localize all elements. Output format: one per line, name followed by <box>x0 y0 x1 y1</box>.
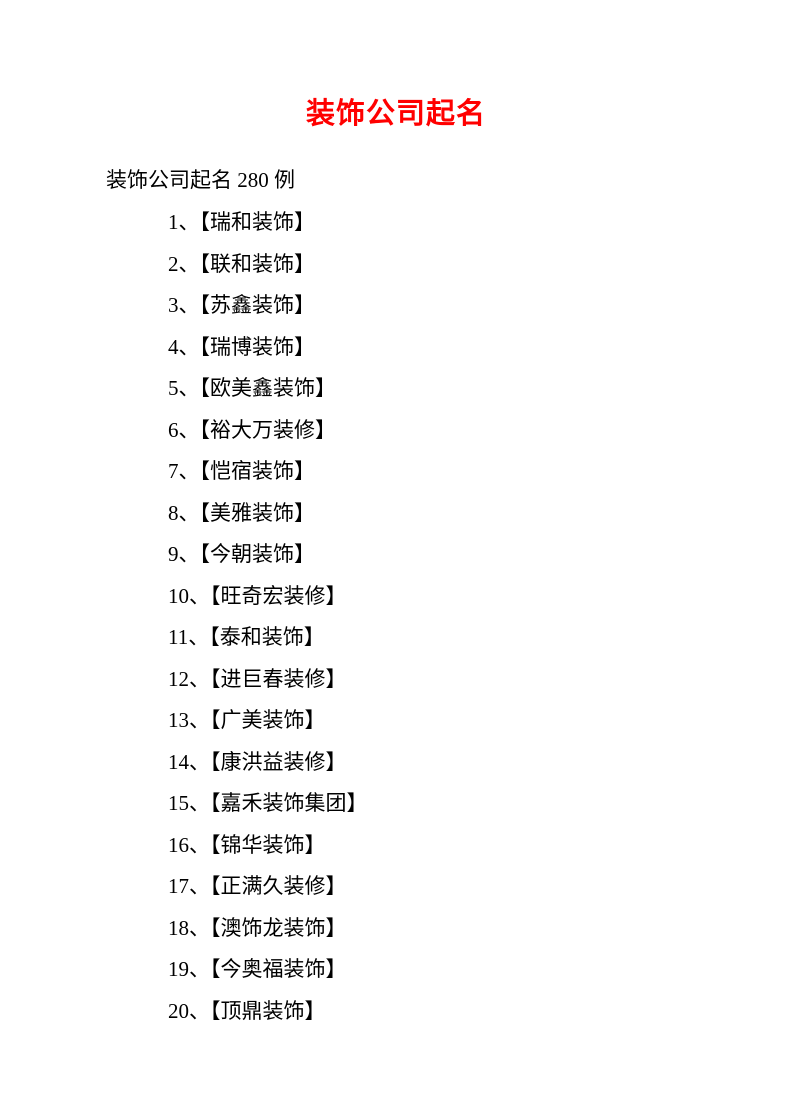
list-item: 11、【泰和装饰】 <box>168 627 692 648</box>
company-names-list: 1、【瑞和装饰】 2、【联和装饰】 3、【苏鑫装饰】 4、【瑞博装饰】 5、【欧… <box>100 212 692 1022</box>
list-item: 10、【旺奇宏装修】 <box>168 586 692 607</box>
list-item: 16、【锦华装饰】 <box>168 835 692 856</box>
document-subtitle: 装饰公司起名 280 例 <box>106 164 692 194</box>
document-title: 装饰公司起名 <box>100 90 692 132</box>
list-item: 14、【康洪益装修】 <box>168 752 692 773</box>
list-item: 15、【嘉禾装饰集团】 <box>168 793 692 814</box>
list-item: 5、【欧美鑫装饰】 <box>168 378 692 399</box>
list-item: 12、【进巨春装修】 <box>168 669 692 690</box>
list-item: 3、【苏鑫装饰】 <box>168 295 692 316</box>
list-item: 19、【今奥福装饰】 <box>168 959 692 980</box>
list-item: 20、【顶鼎装饰】 <box>168 1001 692 1022</box>
list-item: 8、【美雅装饰】 <box>168 503 692 524</box>
list-item: 1、【瑞和装饰】 <box>168 212 692 233</box>
list-item: 18、【澳饰龙装饰】 <box>168 918 692 939</box>
list-item: 4、【瑞博装饰】 <box>168 337 692 358</box>
list-item: 13、【广美装饰】 <box>168 710 692 731</box>
list-item: 6、【裕大万装修】 <box>168 420 692 441</box>
list-item: 9、【今朝装饰】 <box>168 544 692 565</box>
list-item: 17、【正满久装修】 <box>168 876 692 897</box>
list-item: 2、【联和装饰】 <box>168 254 692 275</box>
list-item: 7、【恺宿装饰】 <box>168 461 692 482</box>
